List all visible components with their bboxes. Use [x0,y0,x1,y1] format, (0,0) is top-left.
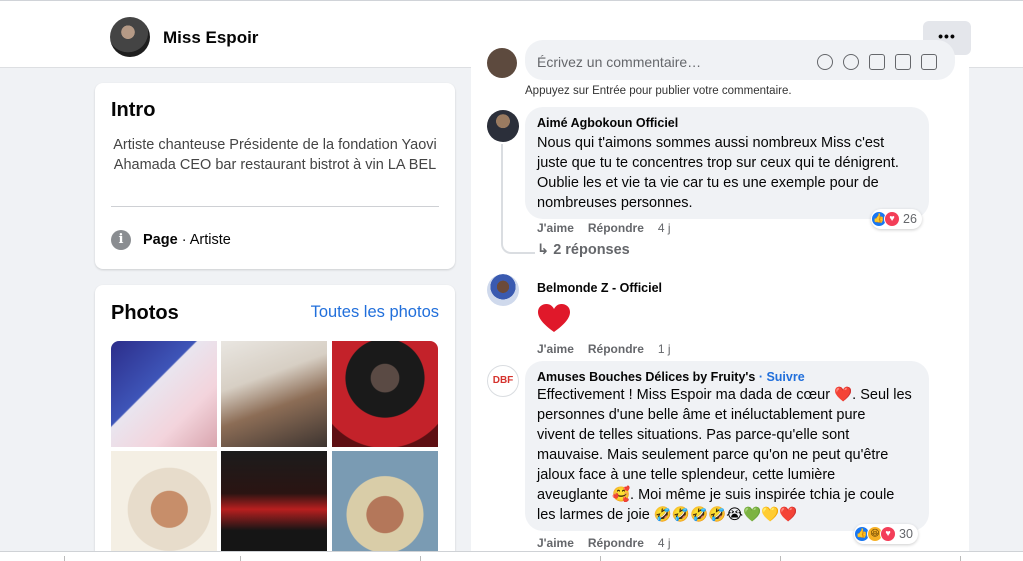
photo-thumbnail[interactable] [332,451,438,557]
replies-count: 2 réponses [553,242,630,258]
comment-actions: J'aime Répondre 4 j [537,221,685,235]
comment-line: Oublie les et vie ta vie car tu es une e… [537,175,879,191]
comment-time[interactable]: 4 j [658,221,671,235]
comment-text: Effectivement ! Miss Espoir ma dada de c… [537,385,912,525]
comment-author[interactable]: Aimé Agbokoun Officiel [537,116,678,130]
comment-line: nombreuses personnes. [537,195,693,211]
love-reaction-icon: ♥ [884,211,900,227]
comment-time[interactable]: 1 j [658,342,671,356]
gif-icon[interactable] [895,54,911,70]
comment-line: aveuglante 🥰. Moi même je suis inspirée … [537,487,895,503]
follow-button[interactable]: Suivre [766,370,804,384]
photo-thumbnail[interactable] [111,451,217,557]
photo-thumbnail[interactable] [111,341,217,447]
intro-title: Intro [111,99,156,121]
reply-button[interactable]: Répondre [588,221,644,235]
reaction-summary[interactable]: 👍 ♥ 26 [871,209,922,229]
love-reaction-icon: ♥ [880,526,896,542]
page-avatar[interactable] [110,17,150,57]
view-replies-button[interactable]: ↳ 2 réponses [537,242,630,258]
reply-button[interactable]: Répondre [588,342,644,356]
comment-actions: J'aime Répondre 4 j [537,536,685,550]
comment-line: vivent de telles situations. Pas parce-q… [537,427,850,443]
page-category: Page · Artiste [143,232,231,248]
author-separator: · [755,370,767,384]
tick-mark [780,556,781,561]
emoji-icon[interactable] [843,54,859,70]
tick-mark [64,556,65,561]
photo-thumbnail[interactable] [221,451,327,557]
comment-placeholder: Écrivez un commentaire… [537,54,702,70]
reaction-count: 26 [903,212,917,226]
comment-input[interactable]: Écrivez un commentaire… [525,40,955,80]
tick-mark [600,556,601,561]
intro-card: Intro Artiste chanteuse Présidente de la… [95,83,455,269]
comment-line: Nous qui t'aimons sommes aussi nombreux … [537,135,885,151]
comment-author-line: Amuses Bouches Délices by Fruity's · Sui… [537,370,805,384]
like-button[interactable]: J'aime [537,536,574,550]
reaction-summary[interactable]: 👍 😆 ♥ 30 [854,524,918,544]
comment-line: les larmes de joie 🤣🤣🤣🤣😭💚💛❤️ [537,507,798,523]
photos-title: Photos [111,302,179,324]
tick-mark [960,556,961,561]
commenter-avatar[interactable]: DBF [487,365,519,397]
sticker-icon[interactable] [921,54,937,70]
heart-icon [538,304,570,332]
see-all-photos-link[interactable]: Toutes les photos [311,303,439,322]
divider [111,206,439,207]
comment-line: Effectivement ! Miss Espoir ma dada de c… [537,387,912,403]
comments-section: Écrivez un commentaire… Appuyez sur Entr… [471,40,969,561]
comment-line: juste que tu te concentres trop sur ceux… [537,155,899,171]
info-icon: i [111,230,131,250]
page-category-type: Page [143,232,178,248]
comment-hint: Appuyez sur Entrée pour publier votre co… [525,85,792,97]
avatar-sticker-icon[interactable] [817,54,833,70]
tick-mark [240,556,241,561]
like-button[interactable]: J'aime [537,342,574,356]
like-button[interactable]: J'aime [537,221,574,235]
comment-actions: J'aime Répondre 1 j [537,342,685,356]
camera-icon[interactable] [869,54,885,70]
comment-line: mauvaise. Mais seulement parce qu'on ne … [537,447,889,463]
photo-thumbnail[interactable] [221,341,327,447]
comment-text: Nous qui t'aimons sommes aussi nombreux … [537,133,899,213]
comment-line: jaloux face à une telle splendeur, cette… [537,467,836,483]
reply-button[interactable]: Répondre [588,536,644,550]
bottom-edge [0,551,1023,561]
commenter-avatar[interactable] [487,110,519,142]
reply-arrow-icon: ↳ [537,242,550,258]
comment-author[interactable]: Amuses Bouches Délices by Fruity's [537,370,755,384]
photo-thumbnail[interactable] [332,341,438,447]
page-category-label: · Artiste [177,232,231,248]
intro-bio: Artiste chanteuse Présidente de la fonda… [113,137,437,173]
heart-emoji [537,303,571,338]
comment-line: personnes d'une belle âme et inéluctable… [537,407,866,423]
page-name[interactable]: Miss Espoir [163,28,258,48]
comment-bubble: Aimé Agbokoun Officiel Nous qui t'aimons… [525,107,929,219]
photos-card: Photos Toutes les photos [95,285,455,561]
comment-time[interactable]: 4 j [658,536,671,550]
reaction-count: 30 [899,527,913,541]
comment-author[interactable]: Belmonde Z - Officiel [537,281,662,295]
comment-bubble: Amuses Bouches Délices by Fruity's · Sui… [525,361,929,531]
commenter-avatar[interactable] [487,274,519,306]
user-avatar [487,48,517,78]
tick-mark [420,556,421,561]
